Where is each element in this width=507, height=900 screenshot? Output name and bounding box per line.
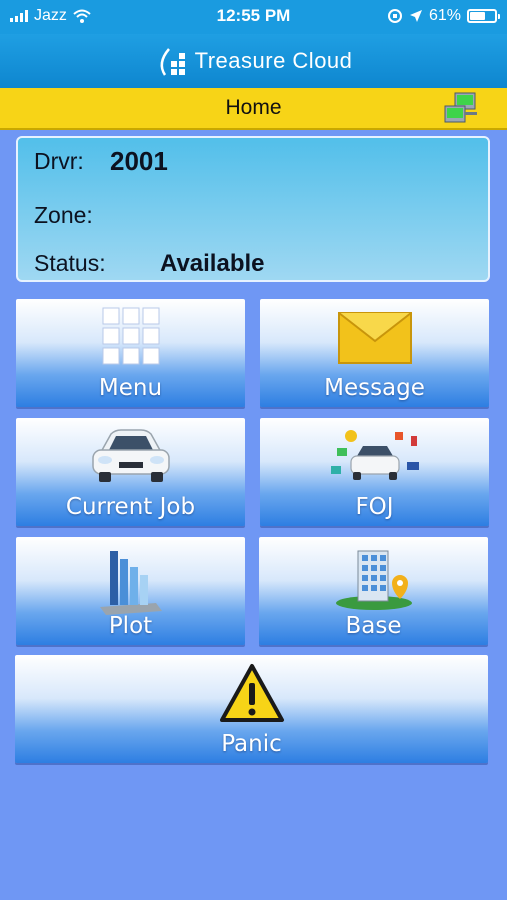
status-value: Available <box>160 250 265 277</box>
base-button[interactable]: Base <box>259 537 488 645</box>
plot-label: Plot <box>108 613 153 639</box>
title-bar: Home <box>0 88 507 130</box>
brand-name: Treasure Cloud <box>194 48 353 73</box>
message-button[interactable]: Message <box>260 299 489 407</box>
warning-icon <box>219 664 284 722</box>
zone-label: Zone: <box>34 202 93 228</box>
grid-icon <box>102 307 159 365</box>
building-icon <box>335 550 412 610</box>
battery-icon <box>467 9 500 23</box>
envelope-icon <box>337 312 412 364</box>
brand-bar: Treasure Cloud <box>0 34 507 88</box>
bar-chart-icon <box>99 551 162 615</box>
page-title: Home <box>225 96 282 119</box>
battery-percent: 61% <box>428 7 461 24</box>
driver-info-panel: Drvr: 2001 Zone: Status: Available <box>16 136 490 282</box>
driver-label: Drvr: <box>34 148 84 174</box>
base-label: Base <box>345 613 402 639</box>
menu-label: Menu <box>98 375 163 401</box>
location-arrow-icon <box>409 10 422 22</box>
current-job-button[interactable]: Current Job <box>16 418 245 526</box>
network-icon[interactable] <box>443 92 479 126</box>
treasure-cloud-logo-icon <box>160 48 185 76</box>
plot-button[interactable]: Plot <box>16 537 245 645</box>
car-icon <box>91 429 170 482</box>
foj-label: FOJ <box>355 494 394 520</box>
current-job-label: Current Job <box>65 494 196 520</box>
message-label: Message <box>324 375 425 401</box>
status-label: Status: <box>34 250 106 276</box>
car-services-icon <box>330 430 419 480</box>
panic-label: Panic <box>221 731 282 757</box>
foj-button[interactable]: FOJ <box>260 418 489 526</box>
orientation-lock-icon <box>387 9 402 23</box>
status-bar: Jazz 12:55 PM 61% <box>0 0 507 34</box>
menu-button[interactable]: Menu <box>16 299 245 407</box>
driver-value: 2001 <box>110 146 168 176</box>
panic-button[interactable]: Panic <box>15 655 488 763</box>
